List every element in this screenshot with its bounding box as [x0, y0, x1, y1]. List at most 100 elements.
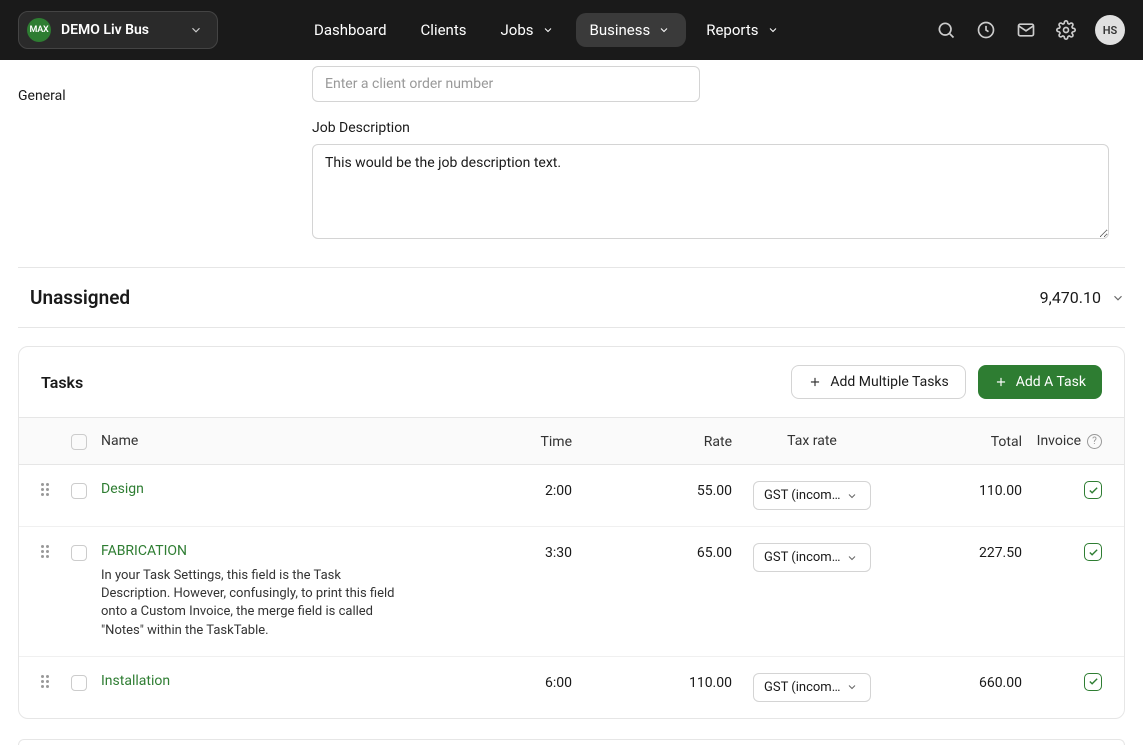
invoice-cell: [1022, 481, 1102, 499]
taxrate-cell: GST (income...: [732, 543, 892, 572]
add-task-label: Add A Task: [1016, 374, 1086, 390]
tax-rate-select[interactable]: GST (income...: [753, 543, 871, 572]
nav-dashboard[interactable]: Dashboard: [300, 13, 401, 47]
col-total-header: Total: [892, 432, 1022, 450]
rate-cell: 65.00: [572, 543, 732, 561]
checkbox-cell: [71, 481, 101, 499]
task-name-link[interactable]: Design: [101, 481, 452, 497]
invoice-checkbox[interactable]: [1084, 543, 1102, 561]
top-navigation: MAX DEMO Liv Bus Dashboard Clients Jobs …: [0, 0, 1143, 60]
table-row: Design 2:00 55.00 GST (income... 110.00: [19, 465, 1124, 527]
add-task-button[interactable]: Add A Task: [978, 365, 1102, 399]
row-checkbox[interactable]: [71, 483, 87, 499]
tax-rate-value: GST (income...: [764, 550, 846, 565]
invoice-checkbox[interactable]: [1084, 481, 1102, 499]
org-name: DEMO Liv Bus: [61, 22, 179, 38]
clock-icon[interactable]: [975, 19, 997, 41]
tax-rate-value: GST (income...: [764, 488, 846, 503]
row-checkbox[interactable]: [71, 675, 87, 691]
tax-rate-select[interactable]: GST (income...: [753, 481, 871, 510]
gear-icon[interactable]: [1055, 19, 1077, 41]
section-title: Unassigned: [30, 286, 130, 309]
drag-handle-icon[interactable]: [41, 545, 49, 558]
nav-jobs-label: Jobs: [501, 21, 534, 39]
col-invoice-label: Invoice: [1037, 433, 1081, 449]
invoice-cell: [1022, 543, 1102, 561]
next-card-peek: [18, 739, 1125, 745]
tasks-table-header: Name Time Rate Tax rate Total Invoice ?: [19, 418, 1124, 465]
tasks-title: Tasks: [41, 373, 83, 392]
task-description: In your Task Settings, this field is the…: [101, 567, 401, 640]
drag-handle-cell: [41, 543, 71, 558]
chevron-down-icon: [658, 23, 672, 37]
tasks-actions: Add Multiple Tasks Add A Task: [791, 365, 1102, 399]
nav-jobs[interactable]: Jobs: [487, 13, 570, 47]
divider: [18, 327, 1125, 328]
row-checkbox[interactable]: [71, 545, 87, 561]
table-row: Installation 6:00 110.00 GST (income... …: [19, 657, 1124, 718]
total-cell: 110.00: [892, 481, 1022, 499]
chevron-down-icon: [767, 23, 781, 37]
invoice-checkbox[interactable]: [1084, 673, 1102, 691]
drag-handle-icon[interactable]: [41, 483, 49, 496]
plus-icon: [994, 375, 1008, 389]
avatar[interactable]: HS: [1095, 15, 1125, 45]
rate-cell: 110.00: [572, 673, 732, 691]
taxrate-cell: GST (income...: [732, 673, 892, 702]
col-check-header: [71, 432, 101, 450]
checkbox-cell: [71, 543, 101, 561]
invoice-cell: [1022, 673, 1102, 691]
plus-icon: [808, 375, 822, 389]
search-icon[interactable]: [935, 19, 957, 41]
section-total[interactable]: 9,470.10: [1040, 288, 1125, 307]
add-multiple-tasks-button[interactable]: Add Multiple Tasks: [791, 365, 965, 399]
chevron-down-icon: [189, 23, 203, 37]
time-cell: 2:00: [452, 481, 572, 499]
tasks-card: Tasks Add Multiple Tasks Add A Task: [18, 346, 1125, 719]
name-cell: FABRICATION In your Task Settings, this …: [101, 543, 452, 640]
nav-clients[interactable]: Clients: [407, 13, 481, 47]
table-row: FABRICATION In your Task Settings, this …: [19, 527, 1124, 657]
col-spacer: [41, 440, 71, 442]
tasks-card-header: Tasks Add Multiple Tasks Add A Task: [19, 347, 1124, 418]
tax-rate-select[interactable]: GST (income...: [753, 673, 871, 702]
chevron-down-icon: [1111, 291, 1125, 305]
rate-cell: 55.00: [572, 481, 732, 499]
chevron-down-icon: [846, 489, 860, 503]
tax-rate-value: GST (income...: [764, 680, 846, 695]
select-all-checkbox[interactable]: [71, 434, 87, 450]
chevron-down-icon: [846, 680, 860, 694]
time-cell: 6:00: [452, 673, 572, 691]
col-name-header: Name: [101, 433, 452, 449]
task-name-link[interactable]: Installation: [101, 673, 452, 689]
taxrate-cell: GST (income...: [732, 481, 892, 510]
chevron-down-icon: [542, 23, 556, 37]
nav-business[interactable]: Business: [576, 13, 687, 47]
help-icon[interactable]: ?: [1087, 434, 1102, 449]
add-multiple-tasks-label: Add Multiple Tasks: [830, 374, 948, 390]
nav-links: Dashboard Clients Jobs Business Reports: [300, 13, 923, 47]
section-total-value: 9,470.10: [1040, 288, 1101, 307]
total-cell: 660.00: [892, 673, 1022, 691]
topnav-right: HS: [935, 15, 1125, 45]
job-description-label: Job Description: [312, 120, 1125, 136]
col-rate-header: Rate: [572, 432, 732, 450]
nav-reports-label: Reports: [706, 21, 758, 39]
task-name-link[interactable]: FABRICATION: [101, 543, 452, 559]
client-order-input[interactable]: [312, 66, 700, 102]
nav-reports[interactable]: Reports: [692, 13, 794, 47]
mail-icon[interactable]: [1015, 19, 1037, 41]
checkbox-cell: [71, 673, 101, 691]
drag-handle-icon[interactable]: [41, 675, 49, 688]
col-invoice-header: Invoice ?: [1022, 433, 1102, 449]
name-cell: Installation: [101, 673, 452, 689]
col-time-header: Time: [452, 432, 572, 450]
time-cell: 3:30: [452, 543, 572, 561]
name-cell: Design: [101, 481, 452, 497]
job-description-textarea[interactable]: This would be the job description text.: [312, 144, 1109, 239]
sidebar-item-general[interactable]: General: [18, 88, 66, 104]
org-selector[interactable]: MAX DEMO Liv Bus: [18, 11, 218, 49]
divider: [18, 267, 1125, 268]
org-badge: MAX: [27, 18, 51, 42]
section-header: Unassigned 9,470.10: [18, 286, 1125, 327]
